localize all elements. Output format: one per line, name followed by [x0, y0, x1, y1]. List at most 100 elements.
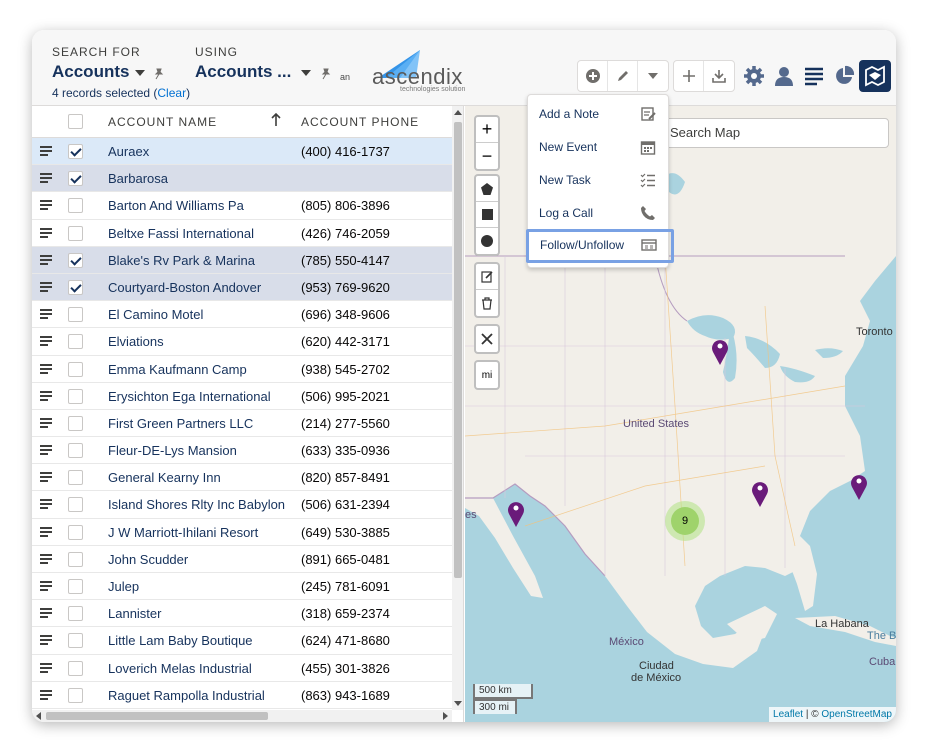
row-checkbox[interactable] — [68, 307, 83, 323]
search-map-input[interactable]: Search Map — [665, 118, 889, 148]
leaflet-link[interactable]: Leaflet — [773, 709, 803, 720]
row-checkbox[interactable] — [68, 252, 83, 268]
delete-layers-button[interactable] — [476, 290, 498, 316]
clear-link[interactable]: Clear — [157, 86, 186, 100]
account-name-link[interactable]: Loverich Melas Industrial — [108, 661, 252, 676]
row-menu-icon[interactable] — [40, 390, 52, 401]
map-marker[interactable] — [750, 478, 770, 508]
units-toggle-button[interactable]: mi — [476, 362, 498, 388]
pin-icon[interactable] — [153, 68, 165, 80]
marker-cluster[interactable]: 9 — [665, 501, 705, 541]
row-menu-icon[interactable] — [40, 445, 52, 456]
map-marker[interactable] — [710, 336, 730, 366]
select-all-checkbox[interactable] — [68, 114, 83, 129]
table-row[interactable]: Emma Kaufmann Camp (938) 545-2702 — [32, 355, 452, 383]
row-checkbox[interactable] — [68, 171, 83, 187]
row-menu-icon[interactable] — [40, 146, 52, 156]
account-name-link[interactable]: Lannister — [108, 606, 161, 621]
openstreetmap-link[interactable]: OpenStreetMap — [821, 709, 892, 720]
row-checkbox[interactable] — [68, 388, 83, 404]
row-menu-icon[interactable] — [40, 689, 52, 700]
row-menu-icon[interactable] — [40, 173, 52, 184]
row-menu-icon[interactable] — [40, 281, 52, 292]
menu-item-follow-unfollow[interactable]: Follow/Unfollow — [526, 229, 674, 263]
row-menu-icon[interactable] — [40, 553, 52, 564]
table-row[interactable]: Barbarosa — [32, 165, 452, 193]
table-row[interactable]: Elviations (620) 442-3171 — [32, 328, 452, 356]
account-name-link[interactable]: Beltxe Fassi International — [108, 226, 254, 241]
account-name-link[interactable]: Julep — [108, 579, 139, 594]
row-menu-icon[interactable] — [40, 608, 52, 619]
account-name-link[interactable]: Barton And Williams Pa — [108, 198, 244, 213]
row-menu-icon[interactable] — [40, 200, 52, 211]
add-button[interactable] — [674, 61, 704, 91]
menu-item-log-call[interactable]: Log a Call — [528, 198, 670, 228]
table-row[interactable]: Julep (245) 781-6091 — [32, 573, 452, 601]
pin-icon[interactable] — [320, 68, 332, 80]
scrollbar-thumb[interactable] — [46, 712, 268, 720]
row-menu-icon[interactable] — [40, 635, 52, 646]
draw-polygon-button[interactable] — [476, 176, 498, 202]
row-checkbox[interactable] — [68, 551, 83, 567]
list-view-button[interactable] — [799, 60, 829, 92]
row-checkbox[interactable] — [68, 443, 83, 459]
row-checkbox[interactable] — [68, 415, 83, 431]
download-button[interactable] — [704, 61, 734, 91]
table-row[interactable]: First Green Partners LLC (214) 277-5560 — [32, 409, 452, 438]
row-checkbox[interactable] — [68, 144, 83, 159]
account-name-link[interactable]: Auraex — [108, 144, 149, 159]
account-name-link[interactable]: Barbarosa — [108, 171, 168, 186]
menu-item-new-event[interactable]: New Event — [528, 132, 670, 162]
column-header-account-name[interactable]: ACCOUNT NAME — [108, 115, 217, 129]
account-name-link[interactable]: Blake's Rv Park & Marina — [108, 253, 255, 268]
row-checkbox[interactable] — [68, 660, 83, 676]
table-row[interactable]: Barton And Williams Pa (805) 806-3896 — [32, 192, 452, 220]
chart-view-button[interactable] — [829, 60, 859, 92]
vertical-scrollbar[interactable] — [452, 106, 463, 710]
row-checkbox[interactable] — [68, 198, 83, 214]
draw-rectangle-button[interactable] — [476, 202, 498, 228]
table-row[interactable]: Raguet Rampolla Industrial (863) 943-1689 — [32, 681, 452, 709]
zoom-in-button[interactable]: + — [476, 117, 498, 143]
row-checkbox[interactable] — [68, 361, 83, 377]
scroll-right-icon[interactable] — [443, 712, 448, 720]
account-name-link[interactable]: J W Marriott-Ihilani Resort — [108, 525, 258, 540]
account-name-link[interactable]: El Camino Motel — [108, 307, 203, 322]
draw-circle-button[interactable] — [476, 228, 498, 254]
table-row[interactable]: El Camino Motel (696) 348-9606 — [32, 301, 452, 329]
menu-item-new-task[interactable]: New Task — [528, 165, 670, 195]
scroll-left-icon[interactable] — [36, 712, 41, 720]
table-row[interactable]: Courtyard-Boston Andover (953) 769-9620 — [32, 273, 452, 302]
table-row[interactable]: General Kearny Inn (820) 857-8491 — [32, 464, 452, 492]
row-checkbox[interactable] — [68, 633, 83, 649]
scroll-down-icon[interactable] — [454, 701, 462, 706]
row-menu-icon[interactable] — [40, 472, 52, 483]
edit-layers-button[interactable] — [476, 264, 498, 290]
account-name-link[interactable]: Little Lam Baby Boutique — [108, 633, 253, 648]
row-menu-icon[interactable] — [40, 309, 52, 320]
using-dropdown[interactable]: Accounts ... — [195, 62, 312, 82]
table-row[interactable]: Auraex (400) 416-1737 — [32, 138, 452, 166]
search-for-dropdown[interactable]: Accounts — [52, 62, 146, 82]
account-name-link[interactable]: Courtyard-Boston Andover — [108, 280, 261, 295]
row-menu-icon[interactable] — [40, 581, 52, 591]
map-view-button[interactable] — [859, 60, 891, 92]
account-name-link[interactable]: Island Shores Rlty Inc Babylon — [108, 497, 285, 512]
account-name-link[interactable]: John Scudder — [108, 552, 188, 567]
table-row[interactable]: Blake's Rv Park & Marina (785) 550-4147 — [32, 246, 452, 274]
account-name-link[interactable]: First Green Partners LLC — [108, 416, 253, 431]
table-row[interactable]: Beltxe Fassi International (426) 746-2059 — [32, 219, 452, 247]
row-checkbox[interactable] — [68, 225, 83, 241]
row-menu-icon[interactable] — [40, 254, 52, 265]
row-checkbox[interactable] — [68, 334, 83, 350]
account-name-link[interactable]: General Kearny Inn — [108, 470, 221, 485]
row-menu-icon[interactable] — [40, 363, 52, 374]
map-marker[interactable] — [506, 498, 526, 528]
row-checkbox[interactable] — [68, 497, 83, 513]
clear-shapes-button[interactable] — [476, 326, 498, 352]
map-marker[interactable] — [849, 471, 869, 501]
row-checkbox[interactable] — [68, 687, 83, 703]
table-row[interactable]: Lannister (318) 659-2374 — [32, 600, 452, 628]
table-row[interactable]: Little Lam Baby Boutique (624) 471-8680 — [32, 627, 452, 655]
user-button[interactable] — [769, 60, 799, 92]
